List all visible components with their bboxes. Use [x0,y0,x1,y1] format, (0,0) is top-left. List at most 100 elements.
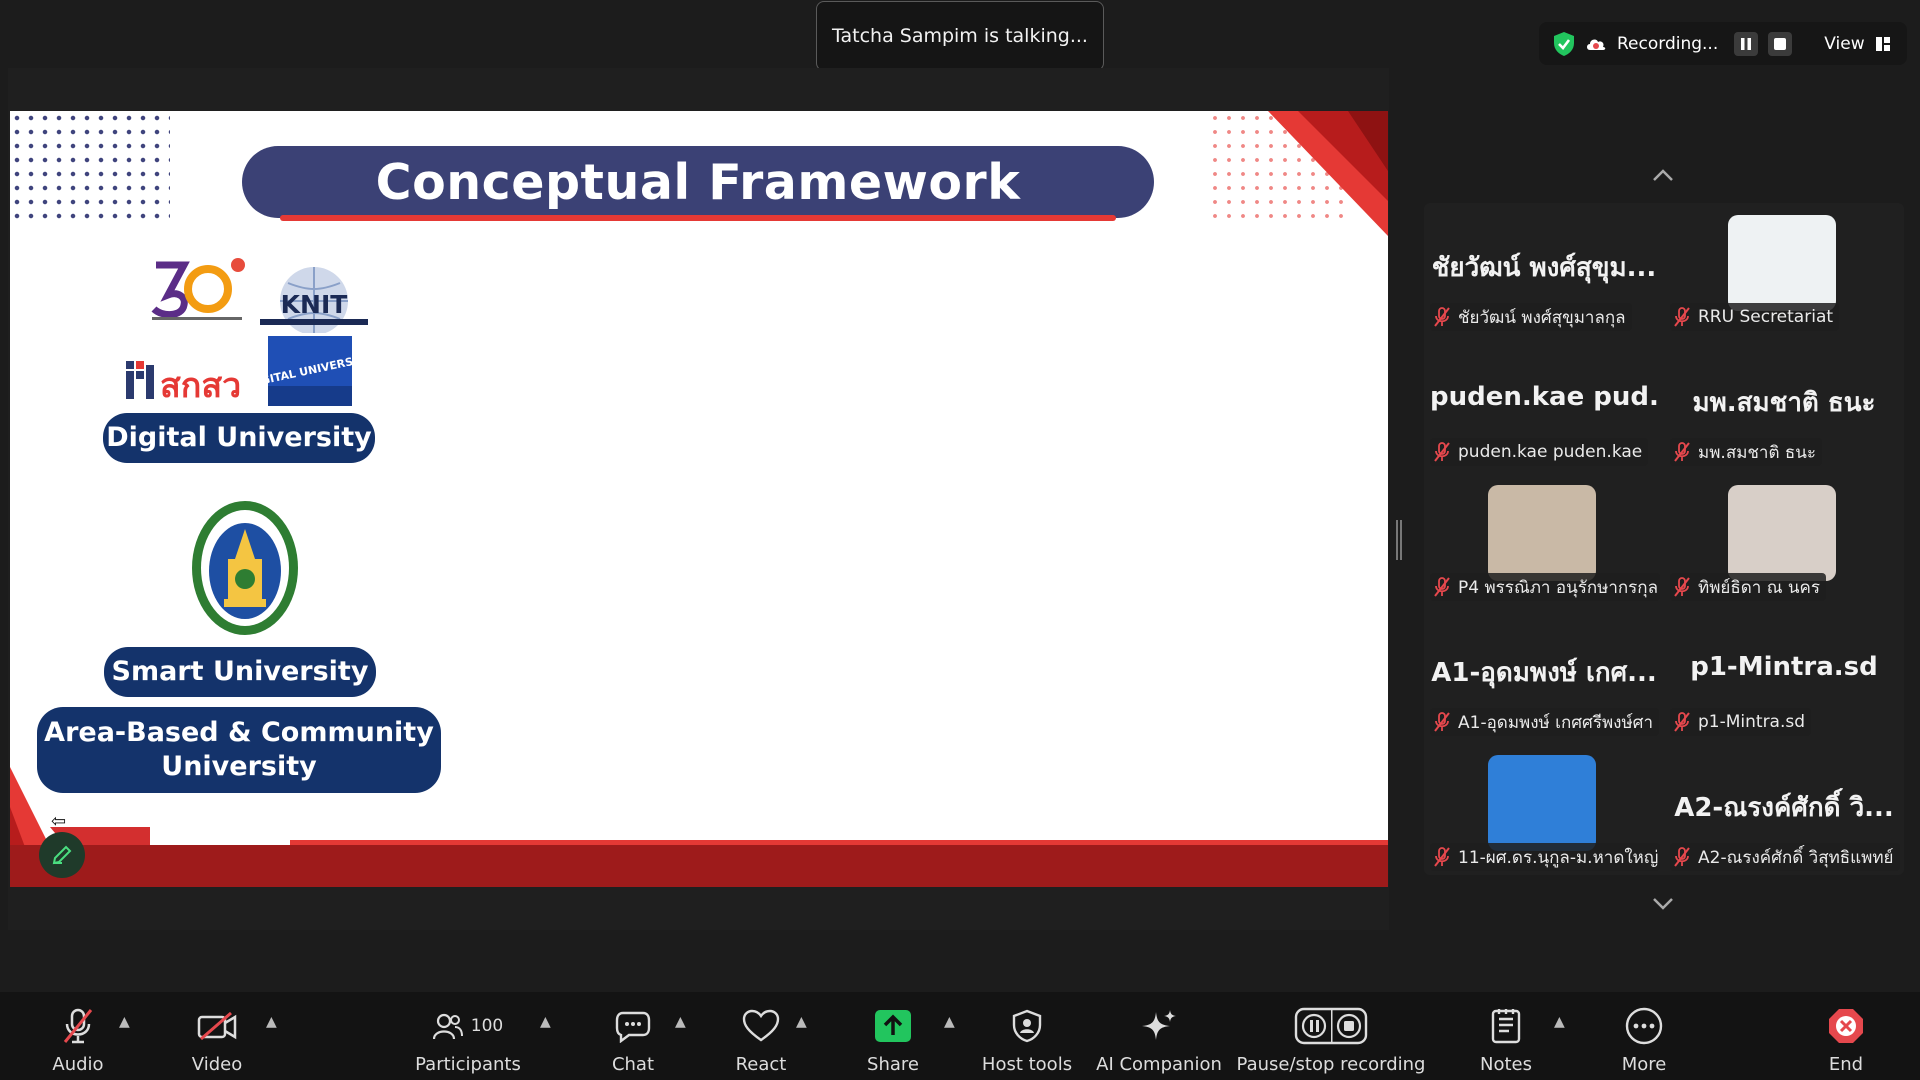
digital-university-logo: DIGITAL UNIVERSITY [268,336,352,406]
participant-video-thumbnail [1728,485,1836,581]
participant-tile[interactable]: A2-ณรงค์ศักดิ์ วิ... A2-ณรงค์ศักดิ์ วิสุท… [1664,743,1904,877]
participants-options-caret[interactable]: ▲ [540,1014,551,1030]
participant-name-text: p1-Mintra.sd [1698,712,1806,732]
more-label: More [1621,1054,1667,1075]
participant-tile[interactable]: puden.kae pud... puden.kae puden.kae [1424,338,1664,472]
pencil-icon [52,845,72,865]
participant-name-label: RRU Secretariat [1670,303,1840,331]
chat-button[interactable]: Chat [602,992,664,1080]
gallery-scroll-down-button[interactable] [1648,892,1678,912]
participant-tile[interactable]: ทิพย์ธิดา ณ นคร [1664,473,1904,607]
decorative-dots [10,111,170,221]
participant-tile[interactable]: RRU Secretariat [1664,203,1904,337]
chat-options-caret[interactable]: ▲ [675,1014,686,1030]
stop-recording-button[interactable] [1768,31,1793,56]
participants-count: 100 [470,1016,504,1036]
host-tools-button[interactable]: Host tools [980,992,1074,1080]
participant-display-name: A2-ณรงค์ศักดิ์ วิ... [1674,793,1894,823]
participant-tile[interactable]: ชัยวัฒน์ พงศ์สุขุม... ชัยวัฒน์ พงศ์สุขุมา… [1424,203,1664,337]
recording-label: Recording... [1617,33,1719,54]
host-tools-label: Host tools [981,1054,1073,1075]
participant-name-label: A1-อุดมพงษ์ เกศศรีพงษ์ศา [1430,708,1660,736]
end-meeting-button[interactable]: End [1816,992,1876,1080]
active-speaker-indicator: Tatcha Sampim is talking... [816,1,1104,71]
knit-logo: KNIT [260,267,368,333]
participant-tile[interactable]: P4 พรรณิภา อนุรักษากรกุล [1424,473,1664,607]
participants-button[interactable]: 100 Participants [412,992,524,1080]
pause-stop-recording-button[interactable]: Pause/stop recording [1237,992,1425,1080]
react-button[interactable]: React [730,992,792,1080]
participant-display-name: มพ.สมชาติ ธนะ [1692,388,1876,418]
microphone-muted-icon [1674,577,1690,597]
notes-options-caret[interactable]: ▲ [1554,1014,1565,1030]
chat-bubble-icon [615,1011,651,1043]
participant-name-text: RRU Secretariat [1698,307,1834,327]
participant-name-text: A2-ณรงค์ศักดิ์ วิสุทธิแพทย์ [1698,847,1894,868]
microphone-muted-icon [1674,712,1690,732]
digital-university-pill: Digital University [103,413,375,463]
view-label: View [1824,33,1865,54]
heart-icon [742,1009,780,1042]
ai-companion-button[interactable]: AI Companion [1096,992,1222,1080]
more-button[interactable]: More [1614,992,1674,1080]
participant-name-label: ชัยวัฒน์ พงศ์สุขุมาลกุล [1430,303,1632,331]
video-options-caret[interactable]: ▲ [266,1014,277,1030]
mhesi-20-logo [151,258,245,320]
decorative-red-corner [1268,111,1388,236]
audio-options-caret[interactable]: ▲ [119,1014,130,1030]
layout-grid-icon [1875,36,1890,51]
zoom-meeting-window: Tatcha Sampim is talking... Recording...… [0,0,1920,1080]
share-options-caret[interactable]: ▲ [944,1014,955,1030]
tsri-logo: สกสว [126,361,241,403]
participant-name-text: ชัยวัฒน์ พงศ์สุขุมาลกุล [1458,307,1626,328]
participant-name-text: A1-อุดมพงษ์ เกศศรีพงษ์ศา [1458,712,1654,733]
area-based-line-2: University [161,751,317,782]
microphone-muted-icon [1434,577,1450,597]
participant-tile[interactable]: A1-อุดมพงษ์ เกศ... A1-อุดมพงษ์ เกศศรีพงษ์… [1424,608,1664,742]
notes-label: Notes [1480,1054,1532,1075]
active-speaker-text: Tatcha Sampim is talking... [832,25,1088,47]
share-button[interactable]: Share [862,992,924,1080]
video-button[interactable]: Video [180,992,254,1080]
participant-name-label: ทิพย์ธิดา ณ นคร [1670,573,1827,601]
participant-video-thumbnail [1488,485,1596,581]
chevron-down-icon [1653,898,1673,910]
audio-button[interactable]: Audio [36,992,120,1080]
participant-name-text: 11-ผศ.ดร.นุกูล-ม.หาดใหญ่ [1458,847,1659,868]
participant-video-thumbnail [1728,215,1836,311]
annotate-pen-button[interactable] [39,832,85,878]
participant-tile[interactable]: 11-ผศ.ดร.นุกูล-ม.หาดใหญ่ [1424,743,1664,877]
area-based-line-1: Area-Based & Community [44,717,434,748]
participant-name-label: A2-ณรงค์ศักดิ์ วิสุทธิแพทย์ [1670,843,1900,871]
participant-name-text: puden.kae puden.kae [1458,442,1643,462]
panel-resize-handle[interactable] [1396,520,1402,560]
ai-companion-label: AI Companion [1096,1054,1222,1075]
microphone-muted-icon [1674,307,1690,327]
slide-title: Conceptual Framework [242,146,1154,218]
participant-display-name: A1-อุดมพงษ์ เกศ... [1431,658,1657,688]
chat-label: Chat [611,1054,655,1075]
host-tools-shield-icon [1012,1009,1042,1043]
mouse-cursor: ⇦ [51,811,67,832]
notes-button[interactable]: Notes [1476,992,1536,1080]
participant-name-label: มพ.สมชาติ ธนะ [1670,438,1823,466]
gallery-scroll-up-button[interactable] [1648,163,1678,183]
pause-recording-button[interactable] [1734,31,1759,56]
participants-label: Participants [415,1054,521,1075]
title-underline [280,215,1116,221]
participant-display-name: puden.kae pud... [1430,382,1658,412]
microphone-muted-icon [63,1008,93,1044]
participant-name-text: P4 พรรณิภา อนุรักษากรกุล [1458,577,1659,598]
microphone-muted-icon [1674,847,1690,867]
participant-tile[interactable]: p1-Mintra.sd p1-Mintra.sd [1664,608,1904,742]
security-shield-icon[interactable] [1553,31,1575,57]
react-options-caret[interactable]: ▲ [796,1014,807,1030]
microphone-muted-icon [1674,442,1690,462]
participant-tile[interactable]: มพ.สมชาติ ธนะ มพ.สมชาติ ธนะ [1664,338,1904,472]
participant-display-name: p1-Mintra.sd [1690,652,1878,682]
view-button[interactable]: View [1824,34,1890,54]
end-label: End [1828,1054,1864,1075]
share-label: Share [867,1054,919,1075]
ai-sparkle-icon [1142,1010,1176,1040]
video-camera-off-icon [197,1011,237,1041]
